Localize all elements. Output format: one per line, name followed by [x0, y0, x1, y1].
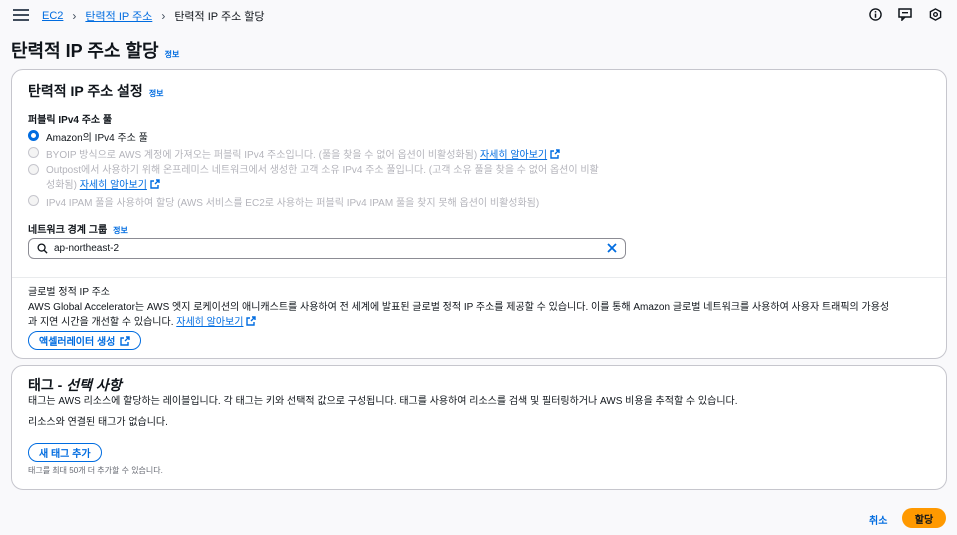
breadcrumb-current: 탄력적 IP 주소 할당 — [174, 11, 265, 23]
radio-amazon-pool[interactable]: Amazon의 IPv4 주소 풀 — [28, 129, 148, 144]
allocate-button[interactable]: 할당 — [902, 508, 946, 528]
tags-panel: 태그 - 선택 사항 태그는 AWS 리소스에 할당하는 레이블입니다. 각 태… — [11, 365, 947, 490]
radio-outpost[interactable]: Outpost에서 사용하기 위해 온프레미스 네트워크에서 생성한 고객 소유… — [28, 163, 638, 193]
external-link-icon — [150, 179, 160, 189]
feedback-icon[interactable] — [897, 6, 913, 22]
breadcrumb: EC2 › 탄력적 IP 주소 › 탄력적 IP 주소 할당 — [42, 8, 265, 24]
radio-label: BYOIP 방식으로 AWS 계정에 가져오는 퍼블릭 IPv4 주소입니다. … — [46, 150, 478, 161]
add-tag-button[interactable]: 새 태그 추가 — [28, 443, 102, 462]
pool-label: 퍼블릭 IPv4 주소 풀 — [28, 115, 113, 126]
close-icon[interactable] — [606, 242, 618, 257]
nbg-info-link[interactable]: 정보 — [113, 225, 128, 236]
learn-more-link[interactable]: 자세히 알아보기 — [80, 180, 147, 191]
learn-more-link[interactable]: 자세히 알아보기 — [480, 150, 547, 161]
global-desc-line2: 과 지연 시간을 개선할 수 있습니다. — [28, 317, 174, 328]
elastic-ip-settings-panel: 탄력적 IP 주소 설정 정보 퍼블릭 IPv4 주소 풀 Amazon의 IP… — [11, 69, 947, 359]
create-accelerator-button[interactable]: 액셀러레이터 생성 — [28, 331, 142, 350]
radio-label: Amazon의 IPv4 주소 풀 — [46, 133, 148, 144]
chevron-right-icon: › — [161, 9, 166, 23]
tags-empty-text: 리소스와 연결된 태그가 없습니다. — [28, 417, 168, 428]
page-title: 탄력적 IP 주소 할당 — [11, 41, 159, 61]
chevron-right-icon: › — [72, 9, 77, 23]
external-link-icon — [550, 149, 560, 159]
top-bar: EC2 › 탄력적 IP 주소 › 탄력적 IP 주소 할당 — [0, 0, 957, 30]
external-link-icon — [120, 335, 131, 346]
divider — [12, 277, 946, 278]
nbg-label: 네트워크 경계 그룹 — [28, 225, 108, 236]
external-link-icon — [246, 316, 257, 326]
settings-icon[interactable] — [927, 6, 943, 22]
tags-title: 태그 - 선택 사항 — [28, 375, 122, 395]
radio-icon[interactable] — [28, 195, 39, 206]
breadcrumb-ec2[interactable]: EC2 — [42, 10, 63, 22]
menu-icon[interactable] — [13, 7, 29, 21]
learn-more-link[interactable]: 자세히 알아보기 — [176, 317, 243, 328]
cancel-button[interactable]: 취소 — [869, 512, 887, 527]
radio-label: Outpost에서 사용하기 위해 온프레미스 네트워크에서 생성한 고객 소유… — [46, 165, 599, 176]
radio-icon[interactable] — [28, 147, 39, 158]
breadcrumb-elastic-ip[interactable]: 탄력적 IP 주소 — [85, 8, 152, 24]
section-info-link[interactable]: 정보 — [149, 88, 164, 99]
radio-ipam[interactable]: IPv4 IPAM 풀을 사용하여 할당 (AWS 서비스를 EC2로 사용하는… — [28, 194, 539, 209]
button-label: 새 태그 추가 — [39, 449, 91, 460]
network-border-group-input[interactable]: ap-northeast-2 — [28, 238, 626, 259]
search-icon — [37, 243, 48, 254]
radio-byoip[interactable]: BYOIP 방식으로 AWS 계정에 가져오는 퍼블릭 IPv4 주소입니다. … — [28, 146, 560, 161]
tags-limit-text: 태그를 최대 50개 더 추가할 수 있습니다. — [28, 466, 163, 475]
radio-icon[interactable] — [28, 164, 39, 175]
radio-label-cont: 성화됨) — [46, 180, 77, 191]
page-info-link[interactable]: 정보 — [165, 49, 180, 60]
radio-selected-icon[interactable] — [28, 130, 39, 141]
tags-title-optional: 선택 사항 — [66, 377, 122, 393]
info-icon[interactable] — [867, 6, 883, 22]
section-title: 탄력적 IP 주소 설정 — [28, 83, 143, 99]
global-desc-line1: AWS Global Accelerator는 AWS 엣지 로케이션의 애니캐… — [28, 302, 890, 313]
radio-label: IPv4 IPAM 풀을 사용하여 할당 (AWS 서비스를 EC2로 사용하는… — [46, 198, 540, 209]
page-header: 탄력적 IP 주소 할당 정보 — [11, 37, 179, 63]
tags-title-prefix: 태그 - — [28, 377, 67, 393]
global-ip-label: 글로벌 정적 IP 주소 — [28, 287, 111, 298]
button-label: 액셀러레이터 생성 — [39, 337, 116, 348]
search-value: ap-northeast-2 — [54, 243, 120, 254]
global-ip-description: AWS Global Accelerator는 AWS 엣지 로케이션의 애니캐… — [28, 300, 933, 330]
tags-description: 태그는 AWS 리소스에 할당하는 레이블입니다. 각 태그는 키와 선택적 값… — [28, 396, 738, 407]
